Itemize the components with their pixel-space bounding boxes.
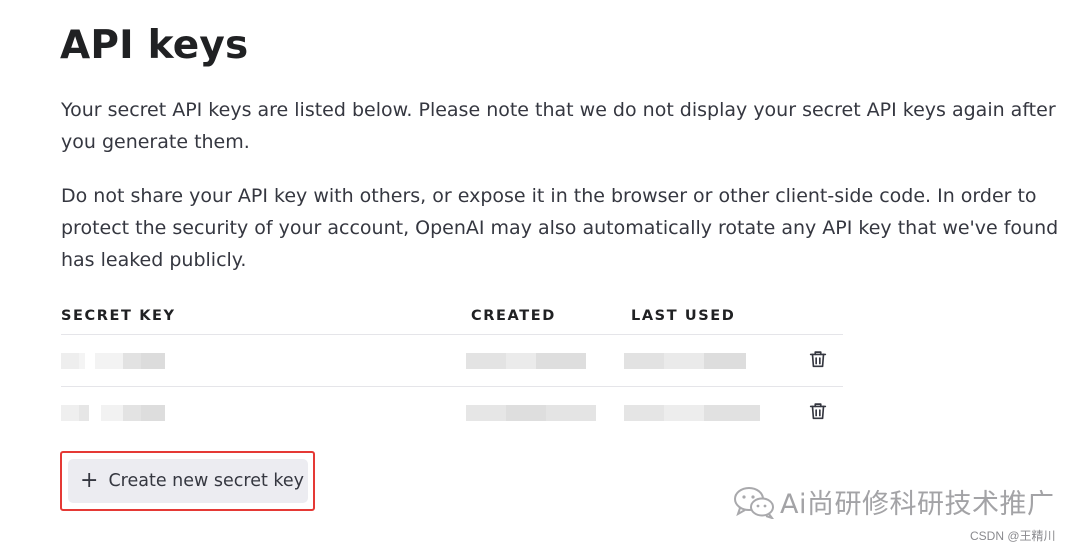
watermark: Ai尚研修科研技术推广 <box>732 482 1054 521</box>
last-used-cell <box>624 387 811 439</box>
create-secret-key-button[interactable]: + Create new secret key <box>68 459 308 503</box>
table-row <box>61 387 843 439</box>
warning-text: Do not share your API key with others, o… <box>61 185 1059 271</box>
last-used-cell <box>624 334 811 387</box>
plus-icon: + <box>80 468 99 493</box>
watermark-text: Ai尚研修科研技术推广 <box>780 489 1055 520</box>
column-header-last-used: LAST USED <box>631 298 811 335</box>
redacted-last-used-date <box>624 404 811 421</box>
column-header-created: CREATED <box>471 298 631 335</box>
wechat-icon <box>734 486 774 519</box>
watermark-credit: CSDN @王精川 <box>970 529 1056 543</box>
redacted-created-date <box>466 404 631 421</box>
table-header-row: SECRET KEY CREATED LAST USED <box>61 298 843 335</box>
secret-key-cell <box>61 334 471 387</box>
table-row <box>61 334 843 387</box>
actions-cell <box>809 334 843 387</box>
column-header-secret-key: SECRET KEY <box>61 298 471 335</box>
actions-cell <box>809 387 843 439</box>
redacted-last-used-date <box>624 352 811 369</box>
api-keys-table: SECRET KEY CREATED LAST USED <box>61 298 843 438</box>
page-title: API keys <box>60 23 249 68</box>
secret-key-cell <box>61 387 471 439</box>
redacted-secret-key <box>61 352 471 369</box>
created-cell <box>466 334 631 387</box>
column-header-actions <box>811 298 843 335</box>
redacted-secret-key <box>61 404 471 421</box>
redacted-created-date <box>466 352 631 369</box>
intro-text: Your secret API keys are listed below. P… <box>61 99 1056 153</box>
create-secret-key-label: Create new secret key <box>108 471 305 491</box>
created-cell <box>466 387 631 439</box>
